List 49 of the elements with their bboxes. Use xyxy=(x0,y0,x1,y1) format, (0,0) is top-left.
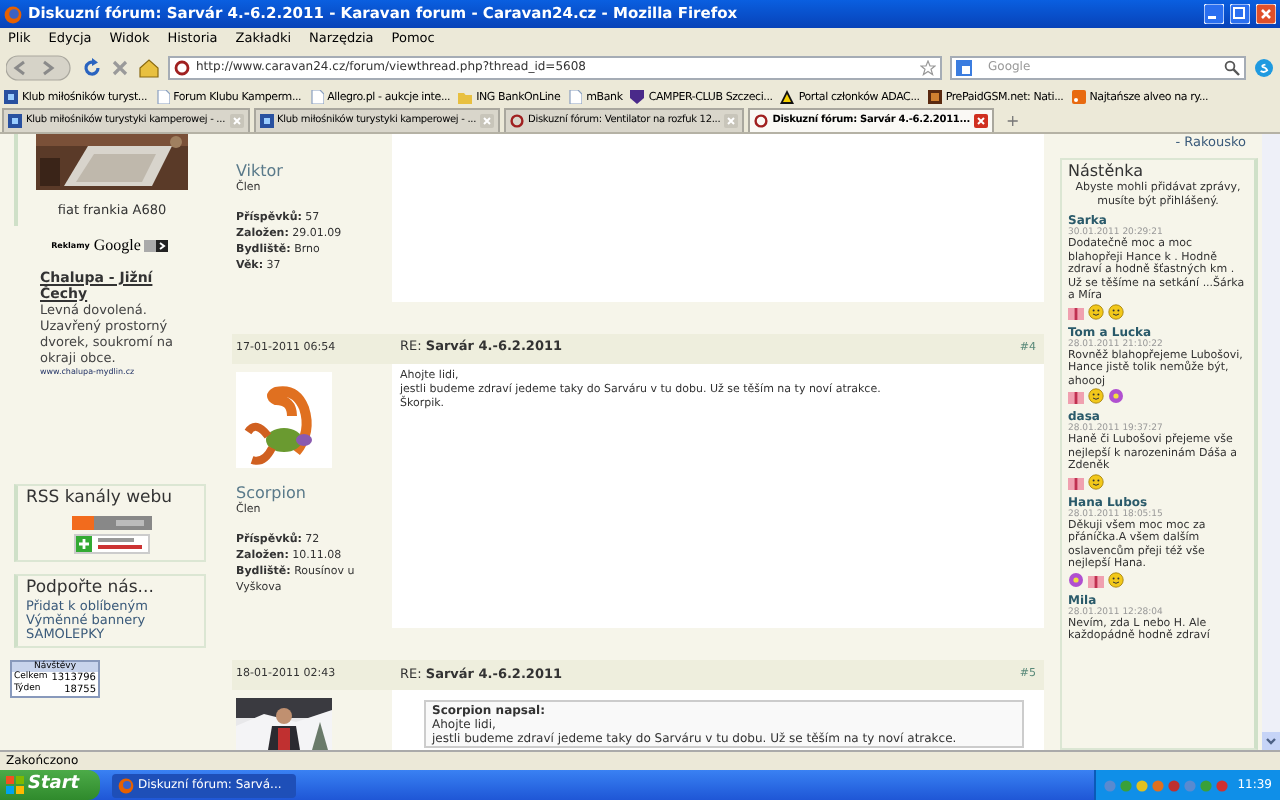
folder-icon xyxy=(458,90,473,104)
panel-title: Podpořte nás... xyxy=(26,575,156,599)
site-favicon-icon xyxy=(174,59,190,75)
rss-badge-icon[interactable] xyxy=(71,515,151,529)
page-icon xyxy=(155,90,170,104)
shield-icon xyxy=(630,90,645,104)
scroll-down-icon[interactable] xyxy=(1262,732,1280,750)
maximize-icon[interactable] xyxy=(1230,4,1250,24)
flower-icon xyxy=(1108,388,1124,404)
site-favicon-icon xyxy=(510,114,525,128)
panel-title: RSS kanály webu xyxy=(24,485,173,511)
gift-icon xyxy=(1088,571,1104,587)
smiley-icon xyxy=(1088,303,1104,319)
gift-icon xyxy=(1068,303,1084,319)
feed-icon xyxy=(1071,90,1086,104)
square-icon xyxy=(927,90,942,104)
page-icon xyxy=(568,90,583,104)
triangle-icon xyxy=(780,90,795,104)
gift-icon xyxy=(1068,388,1084,404)
gift-icon xyxy=(1068,473,1084,489)
scorpion-drawing xyxy=(236,371,332,468)
panel-title: Nástěnka xyxy=(1068,162,1146,181)
site-favicon-icon xyxy=(754,114,769,128)
close-icon[interactable] xyxy=(1256,4,1276,24)
firefox-icon xyxy=(4,5,22,23)
home-icon[interactable] xyxy=(138,57,160,77)
windows-logo-icon xyxy=(6,776,24,794)
flower-icon xyxy=(1068,571,1084,587)
add-badge-icon[interactable] xyxy=(73,533,149,553)
new-tab-button[interactable]: + xyxy=(998,110,1028,132)
site-icon xyxy=(259,114,274,128)
stop-icon[interactable] xyxy=(110,57,130,77)
page-icon xyxy=(309,90,324,104)
scrollbar[interactable] xyxy=(1262,134,1280,750)
star-icon[interactable] xyxy=(920,59,936,75)
firefox-icon xyxy=(118,777,134,793)
smiley-icon xyxy=(1088,473,1104,489)
author-name[interactable]: Viktor xyxy=(236,162,392,182)
search-icon[interactable] xyxy=(1224,59,1240,75)
back-forward-icon[interactable] xyxy=(6,53,74,81)
ads-brand: Google xyxy=(93,233,141,258)
smiley-icon xyxy=(1108,303,1124,319)
close-icon[interactable] xyxy=(974,114,988,128)
arrows-icon[interactable] xyxy=(144,239,169,252)
author-name[interactable]: Scorpion xyxy=(236,483,392,504)
smiley-icon xyxy=(1088,388,1104,404)
reload-icon[interactable] xyxy=(82,57,102,77)
minimize-icon[interactable] xyxy=(1204,4,1224,24)
smiley-icon xyxy=(1108,571,1124,587)
